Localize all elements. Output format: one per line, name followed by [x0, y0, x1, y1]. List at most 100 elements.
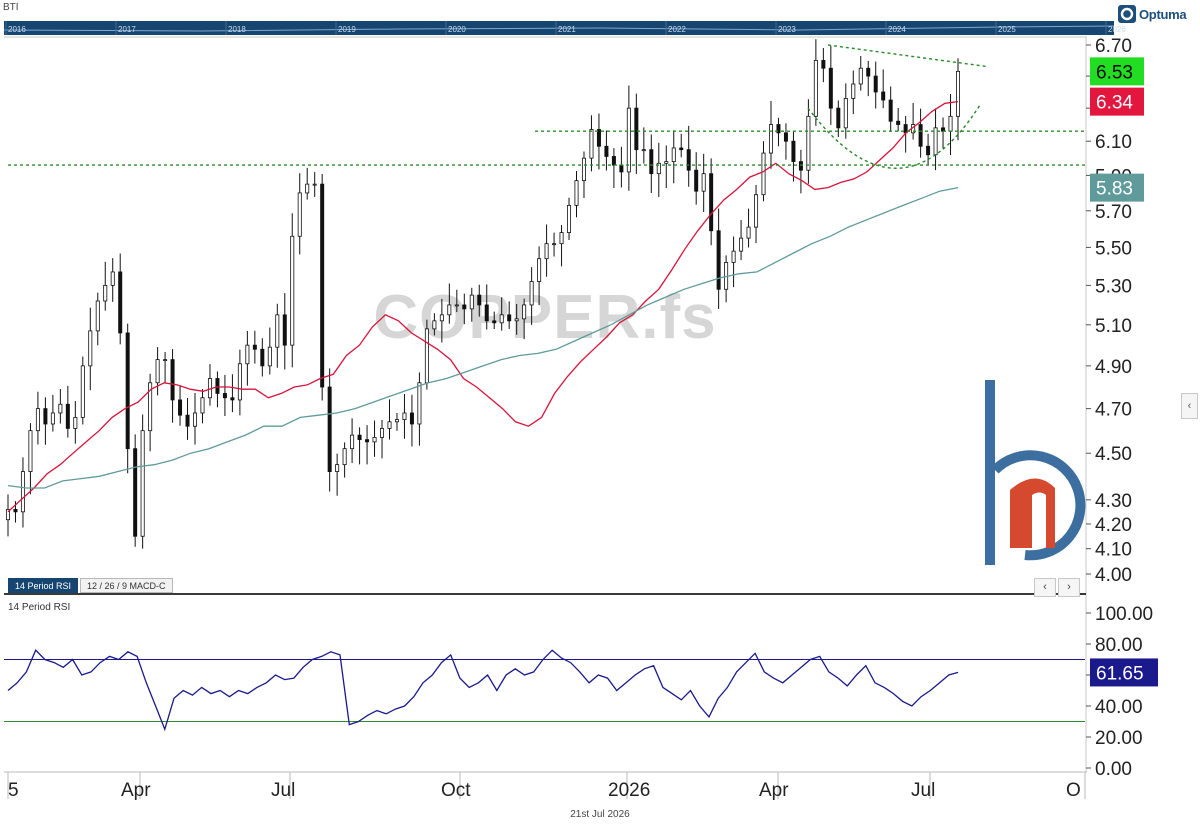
price-candle: [581, 151, 586, 199]
candle-body: [20, 471, 25, 513]
price-candle: [267, 327, 272, 375]
price-axis-label: 5.30: [1095, 276, 1132, 297]
navigator-year-label: 2021: [558, 25, 576, 34]
chart-date: 21st Jul 2026: [570, 809, 630, 820]
candle-body: [118, 271, 123, 334]
price-candle: [813, 39, 818, 126]
time-axis-label: O: [1066, 780, 1081, 801]
rsi-axis-label: 100.00: [1095, 604, 1153, 625]
tab-rsi[interactable]: 14 Period RSI: [8, 578, 79, 593]
time-axis-label: 5: [8, 780, 19, 801]
price-candle: [552, 232, 557, 257]
last-price-badge-label: 6.53: [1096, 62, 1133, 83]
price-candle: [312, 172, 317, 197]
price-candle: [118, 253, 123, 345]
chevron-left-icon[interactable]: ‹: [1034, 578, 1056, 597]
candle-body: [768, 124, 773, 154]
price-candle: [185, 398, 190, 440]
price-candle: [828, 45, 833, 125]
panel-splitter[interactable]: [4, 593, 1086, 595]
candle-body: [798, 161, 803, 171]
price-candle: [342, 442, 347, 478]
candle-body: [522, 304, 527, 320]
candle-body: [933, 127, 938, 156]
price-candle: [65, 385, 70, 438]
price-candle: [95, 292, 100, 346]
price-candle: [926, 133, 931, 166]
candle-body: [806, 115, 811, 171]
price-axis-label: 4.10: [1095, 540, 1132, 561]
candle-body: [260, 348, 265, 367]
candle-body: [544, 243, 549, 260]
candle-body: [394, 419, 399, 423]
navigator-year-label: 2022: [668, 25, 686, 34]
candle-body: [252, 344, 257, 350]
optuma-logo-icon: [1118, 5, 1136, 23]
price-candle: [694, 152, 699, 205]
price-candle: [50, 394, 55, 432]
candle-body: [716, 230, 721, 290]
price-candle: [110, 258, 115, 302]
candle-body: [335, 464, 340, 473]
candle-body: [178, 399, 183, 416]
navigator-edge: [1114, 21, 1115, 35]
candle-body: [881, 91, 886, 101]
price-candle: [43, 397, 48, 445]
price-candle: [933, 108, 938, 171]
price-candle: [387, 399, 392, 440]
price-candle: [858, 56, 863, 91]
price-candle: [402, 393, 407, 439]
price-candle: [881, 69, 886, 109]
candle-body: [432, 320, 437, 330]
logo-figure: [1010, 478, 1055, 548]
candle-body: [581, 157, 586, 182]
collapse-panel-button[interactable]: ‹: [1181, 393, 1198, 419]
price-candle: [746, 208, 751, 248]
price-candle: [611, 148, 616, 189]
candle-body: [559, 232, 564, 245]
price-candle: [806, 99, 811, 184]
price-candle: [709, 158, 714, 246]
price-candle: [282, 293, 287, 370]
chart-canvas[interactable]: 2016 2017 2018 2019 2020 2021 2022 2023 2024 2025…: [0, 0, 1200, 833]
chevron-right-icon[interactable]: ›: [1058, 578, 1080, 597]
price-candle: [896, 107, 901, 132]
time-axis-label: Jul: [271, 780, 295, 801]
candle-body: [50, 412, 55, 425]
candle-body: [754, 194, 759, 228]
time-axis-label: 2026: [608, 780, 650, 801]
price-candle: [88, 307, 93, 391]
price-candle: [686, 125, 691, 187]
price-axis-label: 4.90: [1095, 357, 1132, 378]
candle-body: [372, 436, 377, 443]
price-candle: [604, 130, 609, 171]
price-axis-label: 4.70: [1095, 400, 1132, 421]
price-candle: [671, 130, 676, 184]
long-ma-badge-label: 5.83: [1096, 179, 1133, 200]
price-candle: [641, 127, 646, 164]
navigator-year-label: 2016: [8, 25, 26, 34]
cup-base-arc: [807, 104, 981, 169]
candle-body: [275, 314, 280, 348]
navigator-year-label: 2024: [888, 25, 906, 34]
price-candle: [843, 83, 848, 139]
price-axis-label: 4.20: [1095, 515, 1132, 536]
price-candle: [656, 142, 661, 197]
candle-body: [589, 129, 594, 159]
brand-logo: Optuma: [1118, 4, 1187, 24]
candle-body: [858, 67, 863, 85]
candle-body: [649, 149, 654, 175]
candle-body: [312, 183, 317, 186]
candle-body: [454, 304, 459, 307]
rsi-axis-label: 40.00: [1095, 697, 1143, 718]
price-candle: [193, 393, 198, 445]
price-candle: [941, 117, 946, 150]
price-candle: [783, 123, 788, 160]
candle-body: [492, 320, 497, 324]
candle-body: [948, 115, 953, 132]
price-candle: [305, 167, 310, 200]
tab-macd[interactable]: 12 / 26 / 9 MACD-C: [80, 578, 173, 593]
time-axis-label: Apr: [121, 780, 151, 801]
price-candle: [230, 374, 235, 413]
candle-body: [163, 359, 168, 362]
